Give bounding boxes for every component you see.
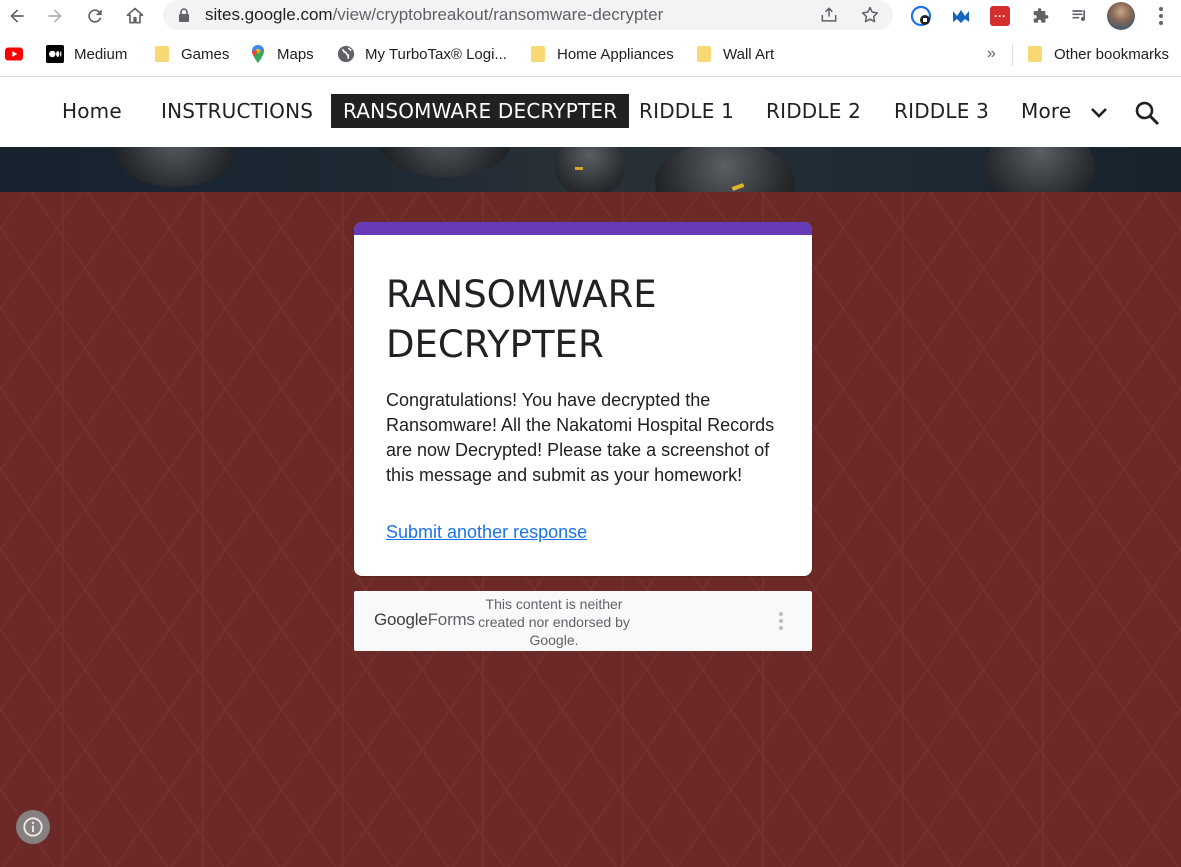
nav-riddle-3[interactable]: RIDDLE 3 (894, 99, 989, 123)
site-navigation: Home INSTRUCTIONS RANSOMWARE DECRYPTER R… (0, 77, 1181, 147)
search-icon[interactable] (1134, 100, 1160, 126)
bookmarks-divider (1012, 44, 1013, 66)
google-forms-footer: GoogleForms This content is neither crea… (354, 591, 812, 651)
media-icon[interactable] (1069, 5, 1091, 27)
chevron-down-icon[interactable] (1089, 105, 1109, 121)
extensions-icon[interactable] (1029, 5, 1051, 27)
share-icon[interactable] (819, 5, 839, 25)
bookmarks-bar: Medium Games Maps My TurboTax® Logi... H… (0, 34, 1181, 77)
nav-riddle-1[interactable]: RIDDLE 1 (639, 99, 734, 123)
youtube-icon (5, 45, 23, 63)
bookmark-games[interactable]: Games (153, 43, 229, 65)
back-icon[interactable] (2, 2, 32, 30)
nav-home[interactable]: Home (62, 99, 122, 123)
folder-icon (153, 45, 171, 63)
nav-more[interactable]: More (1021, 99, 1071, 123)
folder-icon (529, 45, 547, 63)
profile-avatar[interactable] (1107, 2, 1135, 30)
menu-icon[interactable] (1150, 5, 1172, 27)
star-icon[interactable] (860, 5, 880, 25)
address-bar[interactable]: sites.google.com/view/cryptobreakout/ran… (163, 0, 893, 30)
home-icon[interactable] (120, 2, 150, 30)
lock-icon[interactable] (176, 7, 192, 23)
bookmark-medium[interactable]: Medium (46, 43, 127, 65)
header-banner-image (0, 147, 1181, 192)
password-manager-icon[interactable]: ··· (989, 5, 1011, 27)
bookmark-other[interactable]: Other bookmarks (1026, 43, 1169, 65)
google-forms-logo[interactable]: GoogleForms (374, 610, 475, 630)
nav-ransomware-decrypter[interactable]: RANSOMWARE DECRYPTER (331, 94, 630, 128)
maps-pin-icon (249, 45, 267, 63)
folder-icon (1026, 45, 1044, 63)
extension-account-icon[interactable] (910, 5, 932, 27)
form-accent-bar (354, 222, 812, 235)
bookmark-wall-art[interactable]: Wall Art (695, 43, 774, 65)
disclaimer-text: This content is neither created nor endo… (478, 596, 630, 648)
reload-icon[interactable] (80, 2, 110, 30)
submit-another-response-link[interactable]: Submit another response (386, 522, 587, 543)
malwarebytes-icon[interactable] (950, 5, 972, 27)
bookmarks-overflow-button[interactable]: » (987, 43, 996, 65)
browser-toolbar: sites.google.com/view/cryptobreakout/ran… (0, 0, 1181, 34)
nav-riddle-2[interactable]: RIDDLE 2 (766, 99, 861, 123)
confirmation-message: Congratulations! You have decrypted the … (386, 390, 775, 485)
forward-icon[interactable] (40, 2, 70, 30)
url-text: sites.google.com/view/cryptobreakout/ran… (205, 5, 664, 24)
folder-icon (695, 45, 713, 63)
form-title: RANSOMWARE DECRYPTER (386, 273, 657, 366)
nav-instructions[interactable]: INSTRUCTIONS (161, 99, 313, 123)
bookmark-youtube[interactable] (5, 43, 33, 65)
medium-icon (46, 45, 64, 63)
form-confirmation-card: RANSOMWARE DECRYPTER Congratulations! Yo… (354, 222, 812, 576)
globe-icon (337, 45, 355, 63)
info-icon[interactable] (16, 810, 50, 844)
bookmark-maps[interactable]: Maps (249, 43, 314, 65)
more-options-icon[interactable] (777, 611, 785, 631)
bookmark-home-appliances[interactable]: Home Appliances (529, 43, 674, 65)
bookmark-turbotax[interactable]: My TurboTax® Logi... (337, 43, 507, 65)
